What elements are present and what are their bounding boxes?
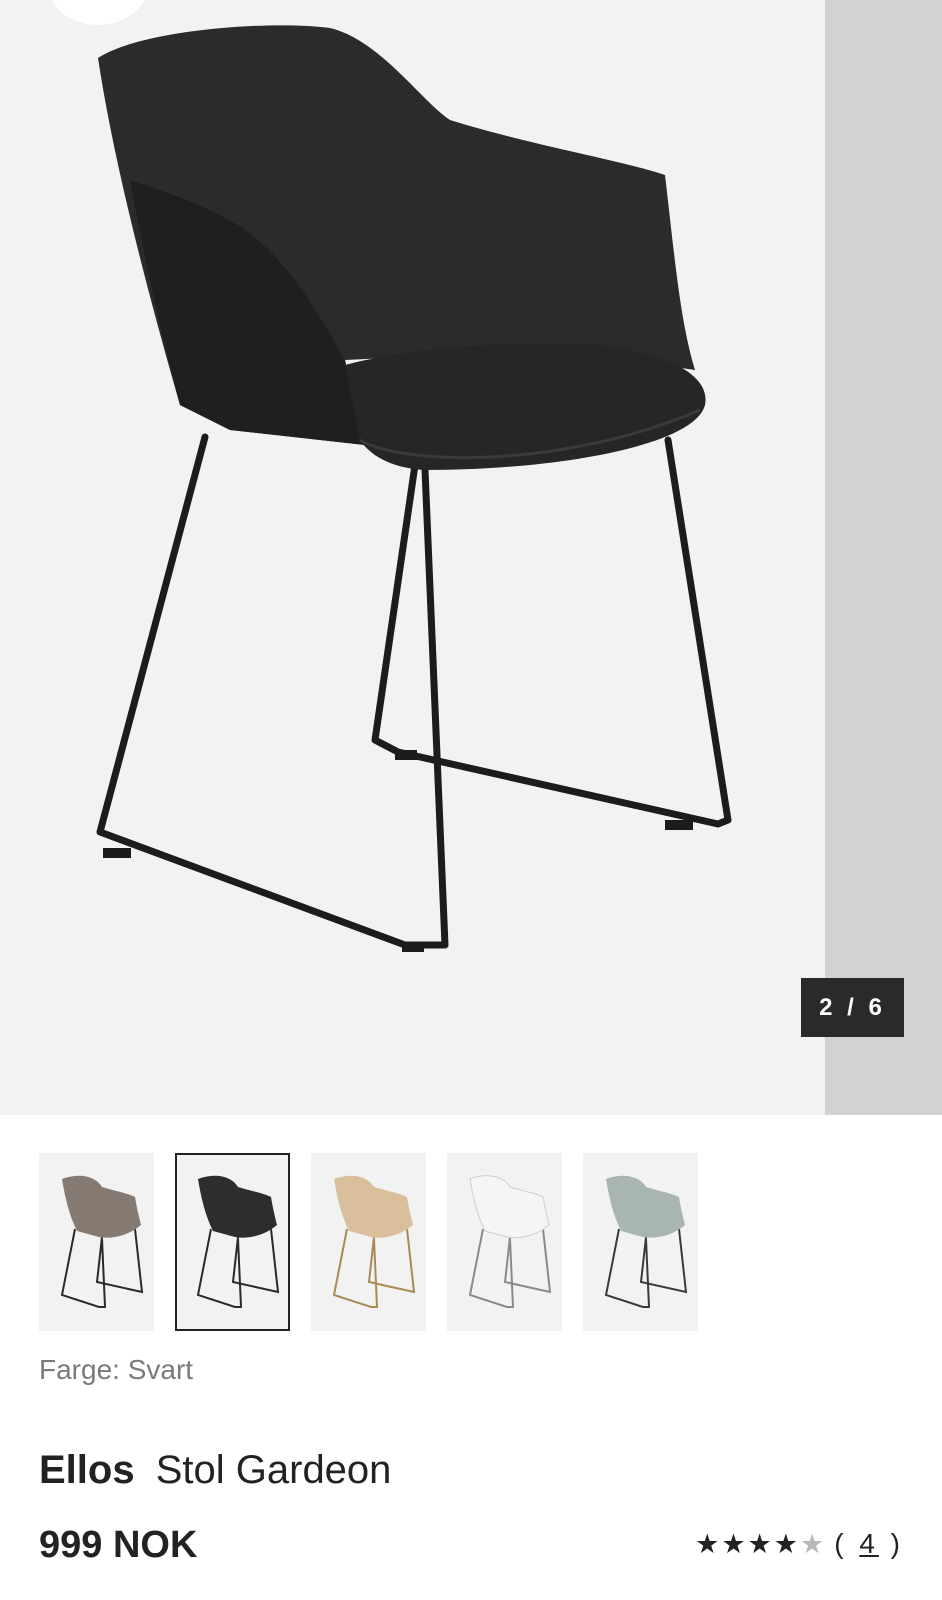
review-count[interactable]: ( 4 )	[834, 1528, 904, 1560]
color-swatch[interactable]	[175, 1153, 290, 1331]
color-swatch[interactable]	[311, 1153, 426, 1331]
star-filled-icon: ★	[773, 1528, 798, 1559]
next-image-chair-edge	[905, 0, 942, 40]
selected-color-label: Farge: Svart	[39, 1354, 194, 1385]
product-image-gallery[interactable]: 2 / 6	[0, 0, 942, 1115]
color-swatch[interactable]	[583, 1153, 698, 1331]
color-swatch[interactable]	[39, 1153, 154, 1331]
color-swatch[interactable]	[447, 1153, 562, 1331]
star-filled-icon: ★	[695, 1528, 720, 1559]
chair-thumbnail	[196, 1175, 279, 1308]
product-title: Ellos Stol Gardeon	[39, 1448, 391, 1493]
chair-thumbnail	[468, 1175, 551, 1308]
image-counter: 2 / 6	[801, 978, 904, 1037]
chair-thumbnail	[332, 1175, 415, 1308]
star-empty-icon: ★	[799, 1528, 825, 1559]
product-image-chair	[96, 25, 732, 952]
product-rating[interactable]: ★ ★ ★ ★ ★ ( 4 )	[695, 1528, 904, 1560]
rating-stars: ★ ★ ★ ★ ★	[695, 1528, 825, 1559]
star-filled-icon: ★	[747, 1528, 772, 1559]
product-brand[interactable]: Ellos	[39, 1448, 135, 1492]
product-name: Stol Gardeon	[155, 1448, 392, 1492]
star-filled-icon: ★	[721, 1528, 746, 1559]
color-swatches	[39, 1153, 698, 1331]
next-image-peek[interactable]	[825, 0, 942, 1115]
product-price: 999 NOK	[39, 1524, 198, 1566]
chair-thumbnail	[60, 1175, 143, 1308]
chair-thumbnail	[604, 1175, 687, 1308]
